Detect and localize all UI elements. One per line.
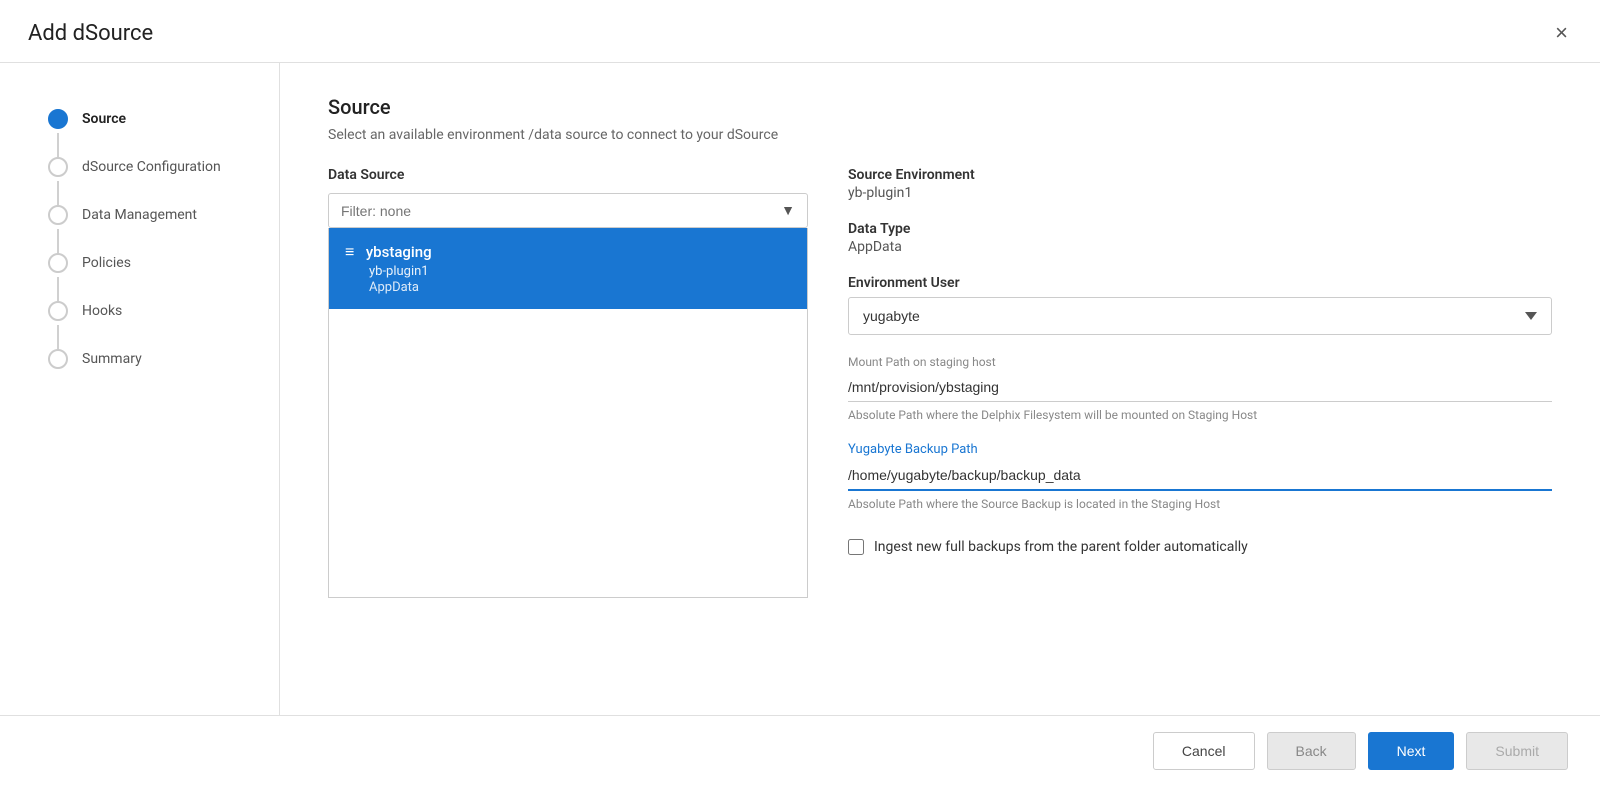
auto-ingest-checkbox[interactable] — [848, 539, 864, 555]
source-list: ≡ ybstaging yb-plugin1 AppData — [328, 228, 808, 598]
step-label-dsource-config: dSource Configuration — [82, 159, 221, 175]
backup-path-input[interactable] — [848, 461, 1552, 491]
env-user-label: Environment User — [848, 275, 1552, 291]
source-env-value: yb-plugin1 — [848, 185, 1552, 201]
sidebar-step-summary[interactable]: Summary — [48, 335, 279, 383]
source-env-label: Source Environment — [848, 167, 1552, 183]
dialog-header: Add dSource × — [0, 0, 1600, 63]
backup-path-group: Yugabyte Backup Path Absolute Path where… — [848, 442, 1552, 511]
step-dot-summary — [48, 349, 68, 369]
mount-path-label: Mount Path on staging host — [848, 355, 1552, 369]
mount-path-hint: Absolute Path where the Delphix Filesyst… — [848, 408, 1552, 422]
data-type-group: Data Type AppData — [848, 221, 1552, 255]
dialog-title: Add dSource — [28, 21, 153, 46]
step-dot-policies — [48, 253, 68, 273]
auto-ingest-row: Ingest new full backups from the parent … — [848, 539, 1552, 555]
data-type-label: Data Type — [848, 221, 1552, 237]
env-user-section: Environment User yugabyte — [848, 275, 1552, 335]
sidebar-step-data-management[interactable]: Data Management — [48, 191, 279, 239]
cancel-button[interactable]: Cancel — [1153, 732, 1255, 770]
data-source-label: Data Source — [328, 167, 808, 183]
filter-box: ▼ — [328, 193, 808, 228]
right-panel: Source Environment yb-plugin1 Data Type … — [848, 167, 1552, 555]
filter-input[interactable] — [341, 203, 781, 219]
backup-path-hint: Absolute Path where the Source Backup is… — [848, 497, 1552, 511]
next-button[interactable]: Next — [1368, 732, 1455, 770]
main-content: Source Select an available environment /… — [280, 63, 1600, 715]
dialog-body: Source dSource Configuration Data Manageme… — [0, 63, 1600, 715]
step-dot-source — [48, 109, 68, 129]
data-type-value: AppData — [848, 239, 1552, 255]
source-item-name: ybstaging — [366, 243, 432, 261]
close-button[interactable]: × — [1551, 18, 1572, 48]
source-item-type: AppData — [369, 280, 791, 295]
step-dot-hooks — [48, 301, 68, 321]
filter-icon: ▼ — [781, 202, 795, 219]
sidebar-step-dsource-config[interactable]: dSource Configuration — [48, 143, 279, 191]
section-title: Source — [328, 95, 1552, 119]
source-item-sub: yb-plugin1 — [369, 264, 791, 279]
submit-button: Submit — [1466, 732, 1568, 770]
auto-ingest-label: Ingest new full backups from the parent … — [874, 539, 1248, 555]
mount-path-group: Mount Path on staging host Absolute Path… — [848, 355, 1552, 422]
sidebar-step-source[interactable]: Source — [48, 95, 279, 143]
step-label-hooks: Hooks — [82, 303, 122, 319]
step-label-policies: Policies — [82, 255, 131, 271]
backup-path-label: Yugabyte Backup Path — [848, 442, 1552, 457]
env-user-select[interactable]: yugabyte — [848, 297, 1552, 335]
back-button: Back — [1267, 732, 1356, 770]
sidebar-step-policies[interactable]: Policies — [48, 239, 279, 287]
sidebar-step-hooks[interactable]: Hooks — [48, 287, 279, 335]
dialog-footer: Cancel Back Next Submit — [0, 715, 1600, 786]
step-dot-data-management — [48, 205, 68, 225]
section-desc: Select an available environment /data so… — [328, 127, 1552, 143]
source-env-group: Source Environment yb-plugin1 — [848, 167, 1552, 201]
step-label-source: Source — [82, 111, 126, 127]
step-label-data-management: Data Management — [82, 207, 197, 223]
source-item-icon: ≡ — [345, 242, 354, 262]
step-dot-dsource-config — [48, 157, 68, 177]
step-label-summary: Summary — [82, 351, 142, 367]
data-source-panel: Data Source ▼ ≡ ybstaging yb-plugin1 App… — [328, 167, 808, 598]
content-grid: Data Source ▼ ≡ ybstaging yb-plugin1 App… — [328, 167, 1552, 598]
add-dsource-dialog: Add dSource × Source dSource Configuratio… — [0, 0, 1600, 786]
sidebar: Source dSource Configuration Data Manageme… — [0, 63, 280, 715]
mount-path-input[interactable] — [848, 373, 1552, 402]
source-list-item[interactable]: ≡ ybstaging yb-plugin1 AppData — [329, 228, 807, 309]
